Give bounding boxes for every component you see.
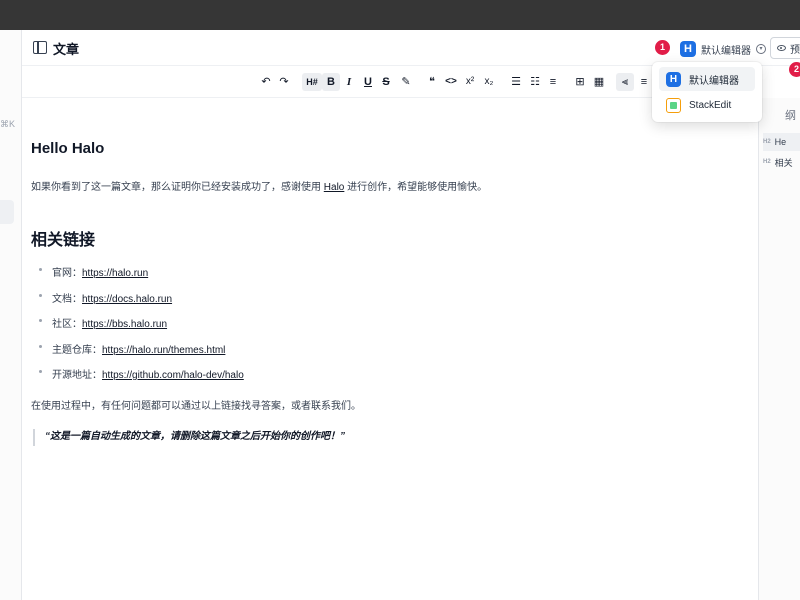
auto-generated-quote: “这是一篇自动生成的文章，请删除这篇文章之后开始你的创作吧！” [33, 429, 433, 446]
stackedit-logo-icon [666, 97, 681, 113]
ordered-list-button[interactable]: ☷ [526, 73, 544, 91]
code-button[interactable]: <> [442, 73, 460, 91]
link-label: 开源地址： [52, 370, 102, 381]
heading-button[interactable]: H# [302, 73, 322, 91]
link-label: 主题仓库： [52, 344, 102, 356]
search-shortcut-hint[interactable]: ⌘K [0, 119, 15, 130]
list-item: 文档：https://docs.halo.run [39, 290, 244, 316]
step-badge-1: 1 [655, 40, 670, 55]
editor-switch-button[interactable]: H 默认编辑器 ▾ [676, 38, 770, 60]
page-title: 文章 [53, 42, 80, 57]
links-list: 官网：https://halo.run 文档：https://docs.halo… [39, 264, 244, 392]
outline-item-label: He [774, 137, 787, 147]
subscript-button[interactable]: x₂ [480, 73, 498, 91]
halo-editor-logo-icon: H [680, 41, 696, 57]
step-badge-2: 2 [789, 62, 800, 77]
link-label: 官网： [52, 268, 82, 279]
superscript-button[interactable]: x² [461, 73, 479, 91]
undo-button[interactable]: ↶ [257, 73, 275, 91]
halo-editor-logo-icon: H [666, 71, 681, 87]
left-sidebar: ⌘K ··· [0, 30, 22, 600]
docs-link[interactable]: https://docs.halo.run [82, 294, 172, 305]
community-link[interactable]: https://bbs.halo.run [82, 319, 167, 330]
outline-item-related-links[interactable]: H2 相关 [763, 153, 800, 171]
table-button[interactable]: ▦ [590, 73, 608, 91]
official-site-link[interactable]: https://halo.run [82, 268, 148, 279]
editor-toolbar: ↶ ↷ H# B I U S ✎ ❝ <> x² x₂ ☰ ☷ ≡ ⊞ ▦ ⫷ … [22, 66, 758, 98]
dropdown-item-default-editor[interactable]: H 默认编辑器 [659, 67, 755, 91]
strikethrough-button[interactable]: S [377, 73, 395, 91]
heading-level-label: H2 [763, 159, 771, 165]
dropdown-item-label: 默认编辑器 [689, 75, 739, 87]
quote-button[interactable]: ❝ [423, 73, 441, 91]
dropdown-item-label: StackEdit [689, 99, 732, 111]
align-left-button[interactable]: ⫷ [616, 73, 634, 91]
editor-select-dropdown: H 默认编辑器 StackEdit [652, 62, 762, 122]
intro-text-before: 如果你看到了这一篇文章，那么证明你已经安装成功了，感谢使用 [31, 182, 324, 193]
help-paragraph: 在使用过程中，有任何问题都可以通过以上链接找寻答案，或者联系我们。 [31, 401, 361, 412]
link-label: 文档： [52, 293, 82, 305]
task-list-button[interactable]: ≡ [544, 73, 562, 91]
current-editor-label: 默认编辑器 [701, 45, 751, 57]
eye-icon [777, 45, 786, 51]
window-top-bar [0, 0, 800, 30]
halo-link[interactable]: Halo [324, 182, 345, 193]
highlight-button[interactable]: ✎ [397, 73, 415, 91]
dropdown-item-stackedit[interactable]: StackEdit [659, 93, 755, 117]
bullet-list-button[interactable]: ☰ [507, 73, 525, 91]
preview-label: 预 [790, 44, 800, 56]
outline-item-hello-halo[interactable]: H2 He [763, 133, 800, 151]
list-item: 社区：https://bbs.halo.run [39, 315, 244, 341]
bold-button[interactable]: B [322, 73, 340, 91]
heading-level-label: H2 [763, 139, 771, 145]
intro-paragraph: 如果你看到了这一篇文章，那么证明你已经安装成功了，感谢使用 Halo 进行创作，… [31, 178, 487, 193]
intro-text-after: 进行创作，希望能够使用愉快。 [344, 182, 488, 193]
link-label: 社区： [52, 319, 82, 330]
github-link[interactable]: https://github.com/halo-dev/halo [102, 370, 244, 381]
outline-panel: 纲 H2 He H2 相关 [758, 98, 800, 600]
underline-button[interactable]: U [359, 73, 377, 91]
chevron-down-icon: ▾ [756, 44, 766, 54]
list-item: 主题仓库：https://halo.run/themes.html [39, 341, 244, 367]
post-title-heading: Hello Halo [31, 140, 105, 157]
preview-button[interactable]: 预 [770, 37, 800, 59]
outline-title: 纲 [785, 110, 796, 122]
layout-panel-icon[interactable] [33, 41, 47, 54]
list-item: 开源地址：https://github.com/halo-dev/halo [39, 366, 244, 392]
redo-button[interactable]: ↷ [275, 73, 293, 91]
align-center-button[interactable]: ≡ [635, 73, 653, 91]
app-window: ⌘K ··· 文章 1 H 默认编辑器 ▾ 预 ↶ ↷ H# B I U S ✎… [0, 0, 800, 600]
list-item: 官网：https://halo.run [39, 264, 244, 290]
section-heading-links: 相关链接 [31, 232, 96, 249]
sidebar-active-item[interactable] [0, 200, 14, 224]
code-block-button[interactable]: ⊞ [571, 73, 589, 91]
italic-button[interactable]: I [340, 73, 358, 91]
themes-link[interactable]: https://halo.run/themes.html [102, 345, 225, 356]
outline-item-label: 相关 [774, 157, 793, 168]
